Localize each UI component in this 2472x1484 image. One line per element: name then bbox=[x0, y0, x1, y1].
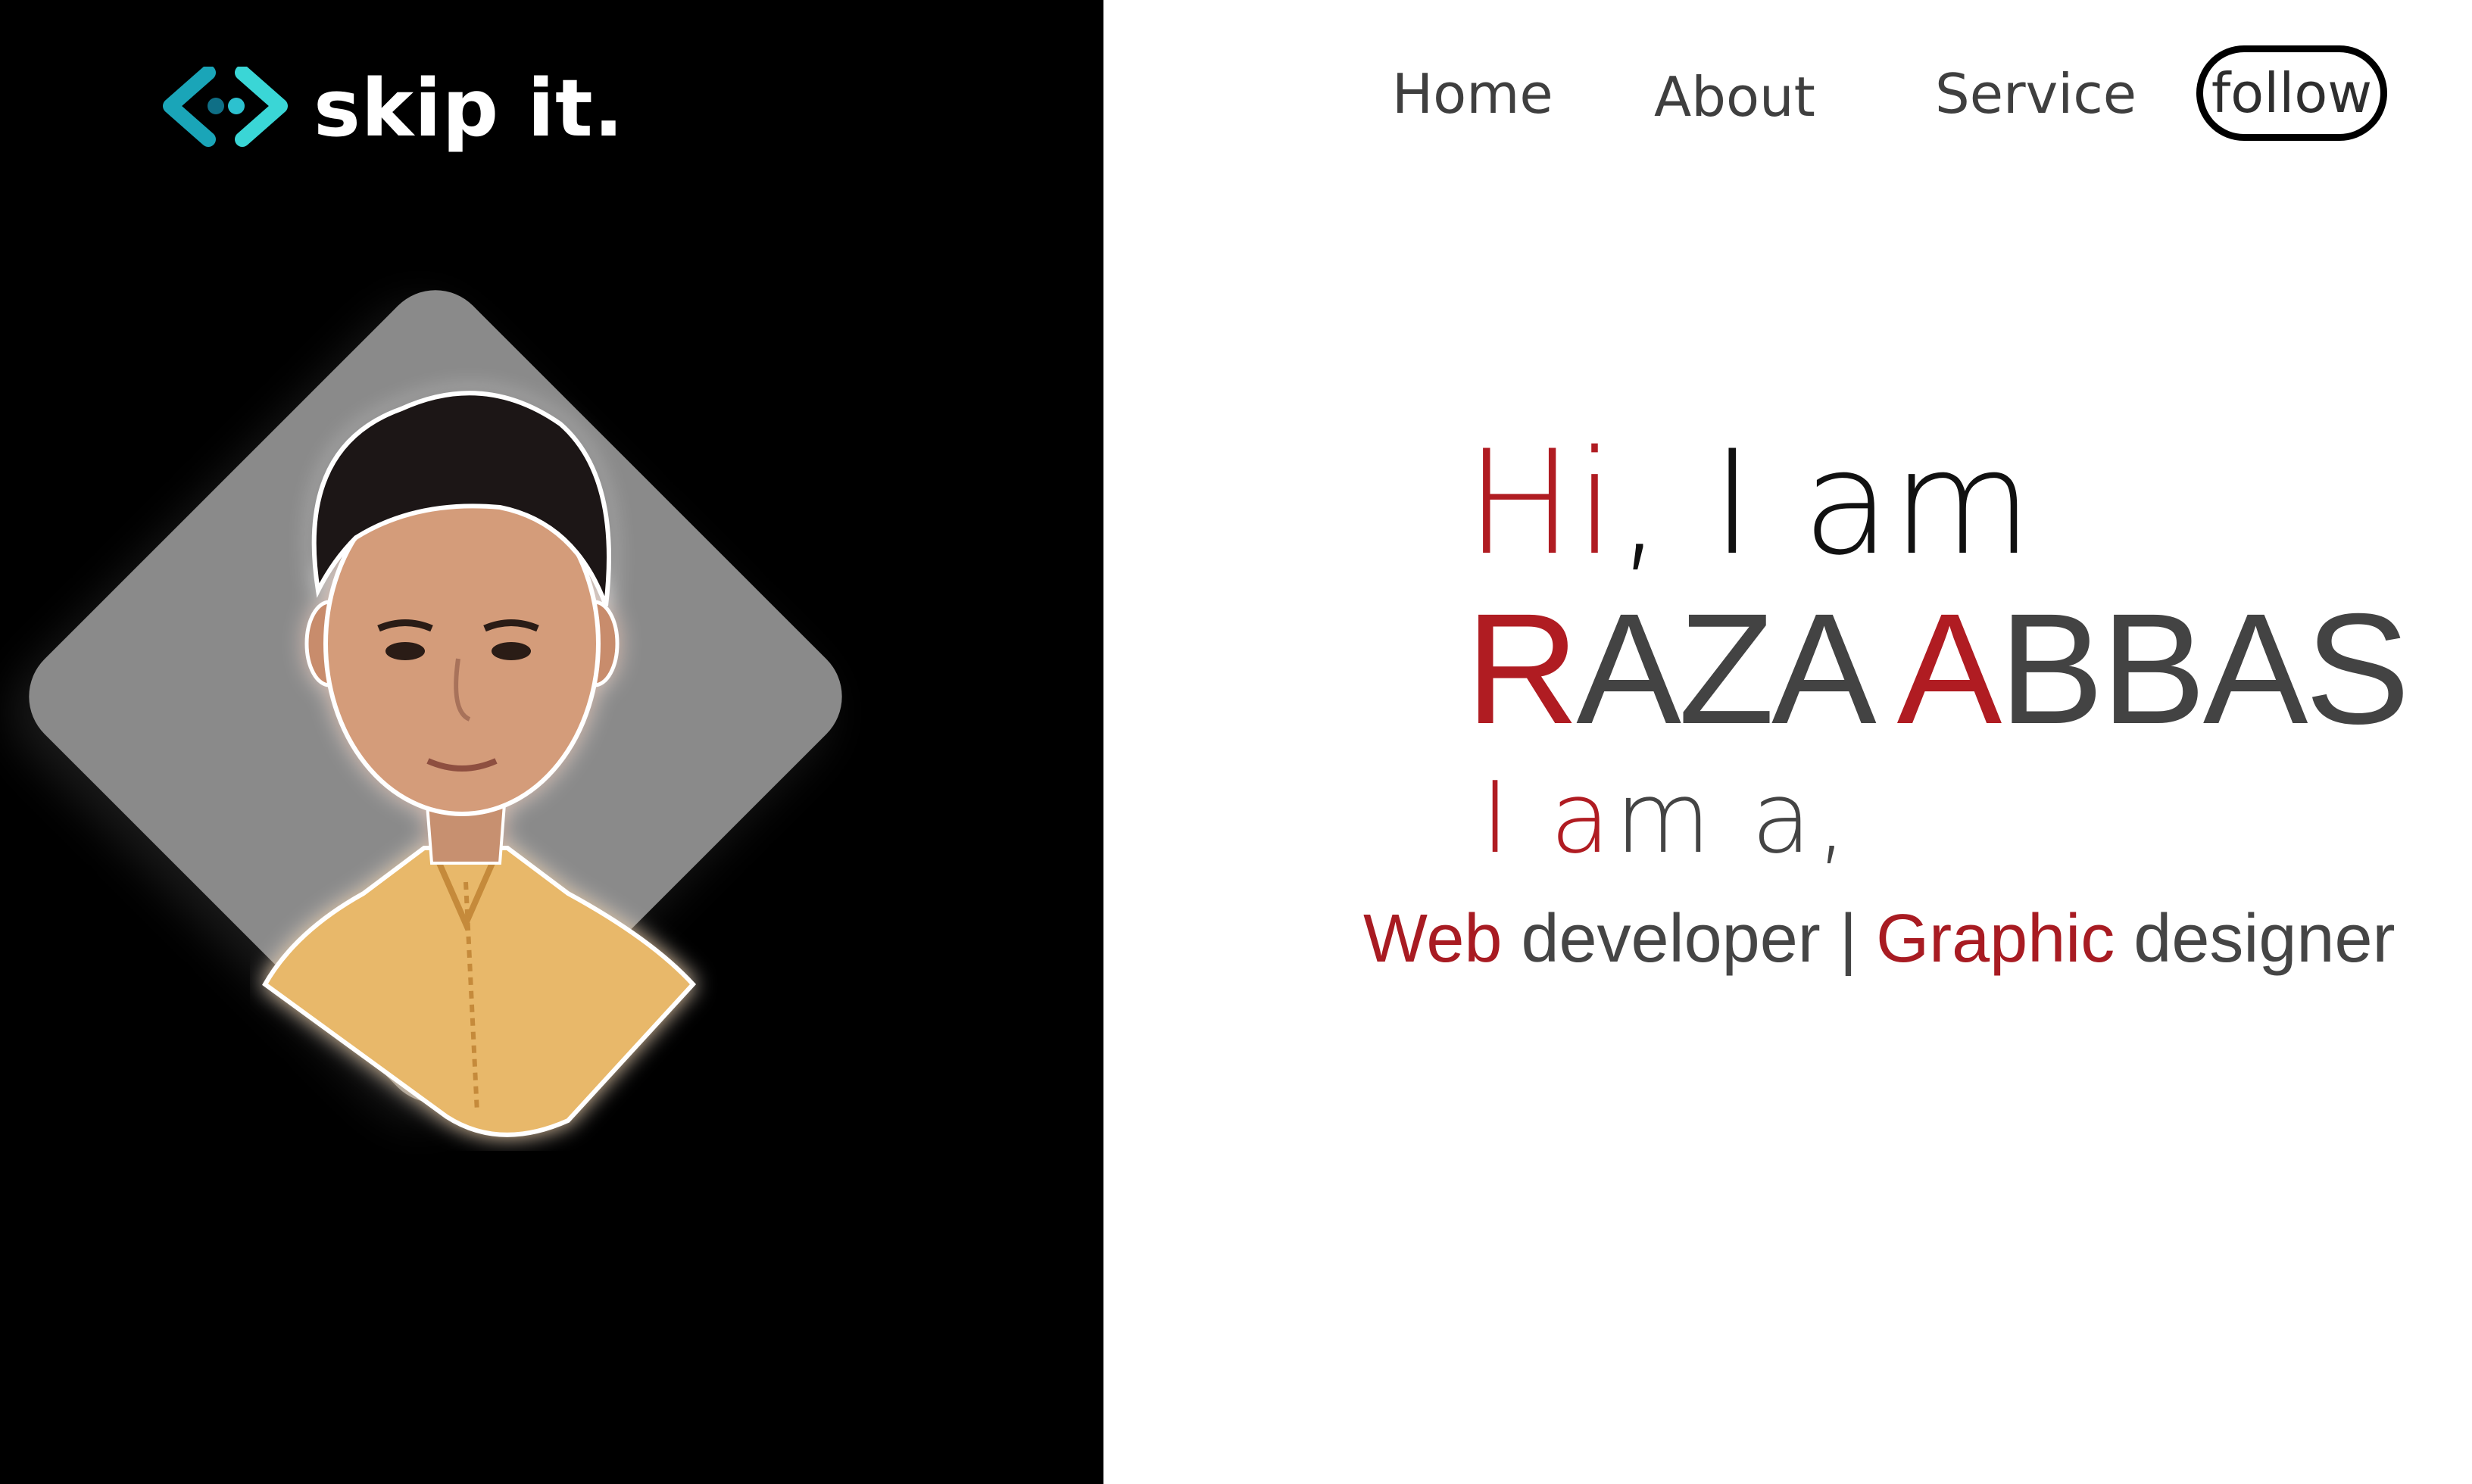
name-last-rest: BBAS bbox=[1999, 581, 2410, 757]
intro-rest: m a, bbox=[1615, 760, 1852, 875]
name-first-rest: AZA bbox=[1576, 581, 1897, 757]
role-graphic: Graphic bbox=[1876, 901, 2115, 977]
role-designer: designer bbox=[2115, 901, 2396, 977]
name-last-initial: A bbox=[1896, 581, 2002, 757]
greeting-rest: , I am bbox=[1616, 419, 2034, 587]
hero-name: RAZA ABBAS bbox=[1465, 591, 2410, 748]
top-navigation: Home About Service follow bbox=[0, 0, 2472, 197]
role-web: Web bbox=[1363, 901, 1503, 977]
role-developer: developer | bbox=[1502, 901, 1877, 977]
greeting-hi: Hi bbox=[1465, 419, 1617, 587]
profile-photo bbox=[262, 391, 697, 1137]
intro-a: a bbox=[1550, 760, 1615, 875]
hero-intro: I am a, bbox=[1481, 768, 1852, 867]
name-first-initial: R bbox=[1465, 581, 1579, 757]
hero-greeting: Hi, I am bbox=[1465, 432, 2033, 575]
nav-home-link[interactable]: Home bbox=[1392, 67, 1553, 121]
follow-button[interactable]: follow bbox=[2196, 45, 2387, 141]
left-dark-panel: skip it. bbox=[0, 0, 1103, 1484]
hero-roles: Web developer | Graphic designer bbox=[1363, 905, 2396, 973]
intro-i: I bbox=[1481, 760, 1550, 875]
nav-about-link[interactable]: About bbox=[1654, 70, 1815, 124]
nav-service-link[interactable]: Service bbox=[1935, 67, 2136, 121]
